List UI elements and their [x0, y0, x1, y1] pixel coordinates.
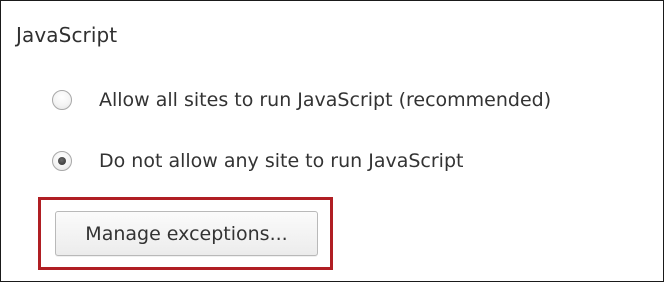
manage-exceptions-button[interactable]: Manage exceptions...	[55, 211, 318, 256]
radio-button-unselected[interactable]	[52, 90, 72, 110]
radio-option-allow-javascript[interactable]: Allow all sites to run JavaScript (recom…	[52, 89, 551, 111]
radio-label-allow-javascript: Allow all sites to run JavaScript (recom…	[99, 89, 552, 111]
radio-button-selected[interactable]	[52, 151, 72, 171]
radio-selected-dot	[58, 157, 66, 165]
radio-label-block-javascript: Do not allow any site to run JavaScript	[99, 150, 464, 172]
settings-panel: JavaScript Allow all sites to run JavaSc…	[0, 0, 664, 282]
radio-option-block-javascript[interactable]: Do not allow any site to run JavaScript	[52, 150, 463, 172]
section-title: JavaScript	[16, 23, 118, 47]
